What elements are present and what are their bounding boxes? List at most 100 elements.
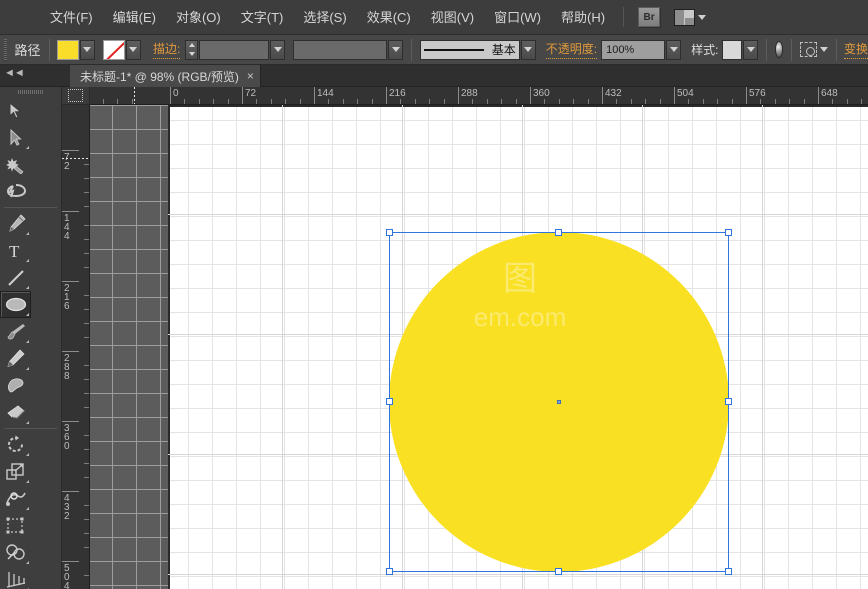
ruler-guide-marker-vertical <box>62 158 90 159</box>
resize-handle-middle-right[interactable] <box>725 398 732 405</box>
center-point-marker <box>557 400 561 404</box>
ruler-tick-minor <box>559 99 560 104</box>
stepper-up-icon <box>189 43 195 47</box>
menu-select[interactable]: 选择(S) <box>293 0 356 35</box>
rotate-tool[interactable] <box>0 431 31 458</box>
resize-handle-middle-left[interactable] <box>386 398 393 405</box>
ruler-tick-minor <box>84 407 89 408</box>
brush-stroke-preview-icon <box>424 49 484 51</box>
collapse-panel-icon[interactable]: ◄◄ <box>4 67 24 79</box>
line-segment-tool[interactable] <box>0 264 31 291</box>
tool-flyout-indicator-icon <box>26 286 29 289</box>
graphic-style-swatch[interactable] <box>722 40 742 60</box>
brush-dropdown-button[interactable] <box>521 40 536 60</box>
control-bar: 路径 描边: <box>0 35 868 65</box>
ruler-tick-minor <box>717 99 718 104</box>
brush-definition-preview[interactable]: 基本 <box>420 40 520 60</box>
ruler-tick-major <box>170 87 171 104</box>
menu-effect[interactable]: 效果(C) <box>357 0 421 35</box>
tool-flyout-indicator-icon <box>26 146 29 149</box>
chevron-down-icon <box>83 47 91 52</box>
app-logo-icon <box>0 0 40 35</box>
menu-view[interactable]: 视图(V) <box>421 0 484 35</box>
brush-definition-control[interactable]: 基本 <box>420 40 536 60</box>
horizontal-ruler[interactable]: 72072144216288360432504576648 <box>90 87 868 105</box>
opacity-input[interactable]: 100% <box>601 40 665 60</box>
ruler-label: 576 <box>749 88 766 99</box>
align-options-button[interactable] <box>800 42 828 57</box>
pen-tool[interactable] <box>0 210 31 237</box>
close-icon[interactable]: × <box>247 70 254 82</box>
stroke-swatch-none[interactable] <box>103 40 125 60</box>
ruler-tick-minor <box>84 295 89 296</box>
menu-object[interactable]: 对象(O) <box>166 0 231 35</box>
type-tool[interactable]: T <box>0 237 31 264</box>
menu-edit[interactable]: 编辑(E) <box>103 0 166 35</box>
ruler-origin-corner[interactable] <box>62 87 90 105</box>
shape-builder-tool[interactable] <box>0 539 31 566</box>
lasso-tool[interactable] <box>0 178 31 205</box>
resize-handle-top-right[interactable] <box>725 229 732 236</box>
menu-help[interactable]: 帮助(H) <box>551 0 615 35</box>
blob-brush-tool[interactable] <box>0 372 31 399</box>
free-transform-tool[interactable] <box>0 512 31 539</box>
stroke-weight-control[interactable] <box>185 40 285 60</box>
opacity-control[interactable]: 100% <box>601 40 681 60</box>
canvas-area[interactable]: 图 em.com <box>90 105 868 589</box>
ruler-tick-minor <box>84 519 89 520</box>
resize-handle-bottom-center[interactable] <box>555 568 562 575</box>
stroke-profile-dropdown-button[interactable] <box>388 40 403 60</box>
graphic-style-control[interactable] <box>722 40 758 60</box>
stroke-weight-stepper[interactable] <box>185 40 198 60</box>
eraser-tool[interactable] <box>0 399 31 426</box>
ellipse-tool[interactable] <box>0 291 31 318</box>
document-tab[interactable]: 未标题-1* @ 98% (RGB/预览) × <box>70 65 261 87</box>
fill-color-control[interactable] <box>57 40 95 60</box>
menu-file[interactable]: 文件(F) <box>40 0 103 35</box>
perspective-grid-tool[interactable] <box>0 566 31 589</box>
resize-handle-top-center[interactable] <box>555 229 562 236</box>
scale-tool[interactable] <box>0 458 31 485</box>
control-bar-gripper[interactable] <box>4 39 7 61</box>
pencil-tool[interactable] <box>0 345 31 372</box>
style-dropdown-button[interactable] <box>743 40 758 60</box>
ruler-tick-minor <box>573 99 574 104</box>
ruler-tick-minor <box>84 463 89 464</box>
document-tab-title: 未标题-1* @ 98% (RGB/预览) <box>80 68 239 85</box>
ruler-tick-minor <box>285 99 286 104</box>
vertical-ruler[interactable]: 72144216288360432504 <box>62 105 90 589</box>
arrange-documents-button[interactable] <box>674 9 706 26</box>
width-tool[interactable] <box>0 485 31 512</box>
menu-type[interactable]: 文字(T) <box>231 0 294 35</box>
stroke-weight-input[interactable] <box>199 40 269 60</box>
ruler-tick-minor <box>199 99 200 104</box>
stroke-profile-input[interactable] <box>293 40 387 60</box>
fill-swatch[interactable] <box>57 40 79 60</box>
resize-handle-bottom-right[interactable] <box>725 568 732 575</box>
tool-flyout-indicator-icon <box>26 367 29 370</box>
direct-selection-tool[interactable] <box>0 124 31 151</box>
opacity-label: 不透明度: <box>546 40 597 59</box>
ruler-tick-minor <box>84 477 89 478</box>
tool-flyout-indicator-icon <box>26 421 29 424</box>
ruler-tick-minor <box>271 99 272 104</box>
ruler-tick-minor <box>300 99 301 104</box>
selection-tool[interactable] <box>0 97 31 124</box>
selection-bounding-box[interactable] <box>389 232 729 572</box>
ruler-label: 360 <box>64 424 75 451</box>
stroke-color-control[interactable] <box>103 40 141 60</box>
opacity-dropdown-button[interactable] <box>666 40 681 60</box>
stroke-profile-control[interactable] <box>293 40 403 60</box>
stroke-weight-dropdown-button[interactable] <box>270 40 285 60</box>
transform-panel-link[interactable]: 变换 <box>844 40 868 59</box>
tools-panel-gripper[interactable] <box>0 87 61 97</box>
bridge-button[interactable]: Br <box>638 7 660 27</box>
resize-handle-bottom-left[interactable] <box>386 568 393 575</box>
menu-window[interactable]: 窗口(W) <box>484 0 551 35</box>
magic-wand-tool[interactable] <box>0 151 31 178</box>
fill-dropdown-button[interactable] <box>80 40 95 60</box>
recolor-artwork-icon[interactable] <box>775 41 783 58</box>
resize-handle-top-left[interactable] <box>386 229 393 236</box>
stroke-dropdown-button[interactable] <box>126 40 141 60</box>
paintbrush-tool[interactable] <box>0 318 31 345</box>
